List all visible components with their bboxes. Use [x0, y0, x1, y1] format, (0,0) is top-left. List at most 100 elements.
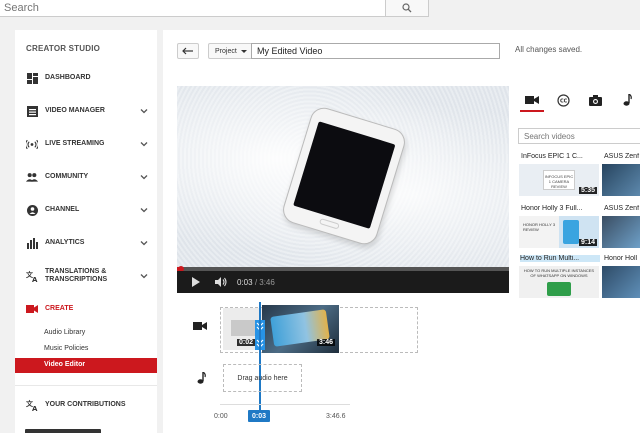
sidebar-item-live-streaming[interactable]: LIVE STREAMING: [15, 133, 157, 155]
video-thumbnail[interactable]: INFOCUS EPIC 1 CAMERA REVIEW 5:35: [519, 164, 599, 196]
sidebar-item-translations[interactable]: 文A TRANSLATIONS & TRANSCRIPTIONS: [15, 265, 157, 287]
sidebar-item-label: LIVE STREAMING: [45, 140, 105, 147]
project-title-input[interactable]: [251, 43, 500, 59]
sidebar-item-label: VIDEO MANAGER: [45, 107, 105, 114]
video-duration: 9:14: [578, 239, 597, 246]
thumbnail-logo: [547, 282, 571, 296]
chevron-down-icon[interactable]: [140, 107, 148, 115]
duration: / 3:46: [254, 278, 275, 287]
thumbnail-caption: HONOR HOLLY 3 REVIEW: [523, 222, 556, 232]
video-thumbnail[interactable]: [602, 164, 640, 196]
clip-thumbnail: [231, 320, 257, 336]
sidebar-item-video-manager[interactable]: VIDEO MANAGER: [15, 100, 157, 122]
project-label: Project: [215, 47, 237, 55]
video-camera-icon: [525, 96, 539, 104]
undo-arrow-icon: [182, 47, 193, 55]
tab-cc[interactable]: CC: [552, 90, 574, 110]
chevron-down-icon[interactable]: [140, 239, 148, 247]
playhead-time-label[interactable]: 0:03: [248, 410, 270, 422]
sidebar-title: CREATOR STUDIO: [26, 44, 101, 53]
sidebar-item-label: CHANNEL: [45, 206, 80, 213]
sidebar-subitem-audio-library[interactable]: Audio Library: [44, 329, 85, 336]
chevron-down-icon[interactable]: [140, 206, 148, 214]
sidebar-item-analytics[interactable]: ANALYTICS: [15, 232, 157, 254]
thumbnail-card: INFOCUS EPIC 1 CAMERA REVIEW: [543, 170, 575, 190]
label-line-2: TRANSCRIPTIONS: [45, 276, 108, 283]
search-button[interactable]: [385, 0, 429, 17]
video-title[interactable]: How to Run Multi...: [520, 255, 600, 262]
sidebar-item-label: DASHBOARD: [45, 74, 91, 81]
timeline-end-label: 3:46.6: [326, 413, 346, 420]
translate-icon: 文A: [26, 399, 38, 411]
channel-icon: [26, 204, 38, 216]
timeline-start-label: 0:00: [214, 413, 228, 420]
playhead[interactable]: [259, 302, 261, 420]
video-manager-icon: [26, 105, 38, 117]
community-icon: [26, 171, 38, 183]
sidebar-divider: [15, 385, 157, 386]
svg-text:CC: CC: [560, 98, 568, 104]
play-icon[interactable]: [191, 277, 201, 287]
clip-duration: 0:02: [237, 339, 256, 346]
player-controls: 0:03 / 3:46: [177, 271, 509, 293]
audio-track-icon: [197, 372, 206, 384]
chevron-down-icon[interactable]: [140, 272, 148, 280]
video-title[interactable]: Honor Holl: [604, 255, 640, 262]
time-display: 0:03 / 3:46: [237, 278, 275, 287]
clip-duration: 3:46: [317, 339, 336, 346]
sidebar-item-community[interactable]: COMMUNITY: [15, 166, 157, 188]
music-note-icon: [623, 94, 632, 106]
caret-down-icon: [240, 49, 247, 53]
phone-screen: [293, 121, 396, 229]
project-dropdown[interactable]: Project: [208, 43, 252, 59]
sidebar-subitem-video-editor[interactable]: Video Editor: [15, 358, 157, 373]
search-icon: [402, 3, 412, 13]
current-time: 0:03: [237, 278, 253, 287]
live-streaming-icon: [26, 138, 38, 150]
video-editor-panel: Project All changes saved. 0:03 / 3:46 C…: [163, 30, 640, 433]
thumbnail-caption: HOW TO RUN MULTIPLE INSTANCES OF WHATSAP…: [523, 268, 595, 278]
create-icon: [26, 303, 38, 315]
sidebar-item-dashboard[interactable]: DASHBOARD: [15, 67, 157, 89]
video-thumbnail[interactable]: [602, 216, 640, 248]
video-thumbnail[interactable]: HOW TO RUN MULTIPLE INSTANCES OF WHATSAP…: [519, 266, 599, 298]
tab-photo[interactable]: [584, 90, 606, 110]
label-line-1: TRANSLATIONS &: [45, 268, 107, 275]
sidebar-item-label: ANALYTICS: [45, 239, 85, 246]
tab-video[interactable]: [521, 90, 543, 110]
analytics-icon: [26, 237, 38, 249]
sidebar: CREATOR STUDIO DASHBOARD VIDEO MANAGER L…: [15, 30, 157, 433]
sidebar-subitem-music-policies[interactable]: Music Policies: [44, 345, 88, 352]
video-thumbnail[interactable]: [602, 266, 640, 298]
chevron-down-icon[interactable]: [140, 140, 148, 148]
sidebar-item-channel[interactable]: CHANNEL: [15, 199, 157, 221]
dashboard-icon: [26, 72, 38, 84]
video-title[interactable]: Honor Holly 3 Full...: [521, 205, 601, 212]
video-player[interactable]: 0:03 / 3:46: [177, 86, 509, 293]
video-title[interactable]: ASUS Zenf: [604, 205, 640, 212]
sidebar-item-label: TRANSLATIONS & TRANSCRIPTIONS: [45, 268, 107, 284]
thumbnail-phone: [563, 220, 579, 244]
sidebar-item-contributions[interactable]: 文A YOUR CONTRIBUTIONS: [15, 394, 157, 416]
timeline-axis: [220, 404, 350, 405]
video-title[interactable]: InFocus EPIC 1 C...: [521, 153, 601, 160]
sidebar-item-label: CREATE: [45, 305, 74, 312]
chevron-down-icon[interactable]: [140, 173, 148, 181]
back-button[interactable]: [177, 43, 199, 59]
video-thumbnail[interactable]: HONOR HOLLY 3 REVIEW 9:14: [519, 216, 599, 248]
translate-icon: 文A: [26, 270, 38, 282]
search-input[interactable]: [0, 0, 386, 17]
video-title[interactable]: ASUS Zenf: [604, 153, 640, 160]
volume-icon[interactable]: [215, 277, 227, 287]
tab-audio[interactable]: [616, 90, 638, 110]
sidebar-item-label: YOUR CONTRIBUTIONS: [45, 401, 126, 408]
phone-home-button: [318, 218, 340, 230]
sidebar-item-create[interactable]: CREATE: [15, 298, 157, 320]
video-frame[interactable]: [177, 86, 509, 267]
audio-track-dropzone[interactable]: Drag audio here: [223, 364, 302, 392]
sidebar-bottom-button[interactable]: [25, 429, 101, 433]
save-status: All changes saved.: [515, 45, 583, 54]
video-track-icon: [193, 322, 207, 330]
video-search-input[interactable]: [518, 128, 640, 144]
svg-text:A: A: [32, 276, 38, 282]
